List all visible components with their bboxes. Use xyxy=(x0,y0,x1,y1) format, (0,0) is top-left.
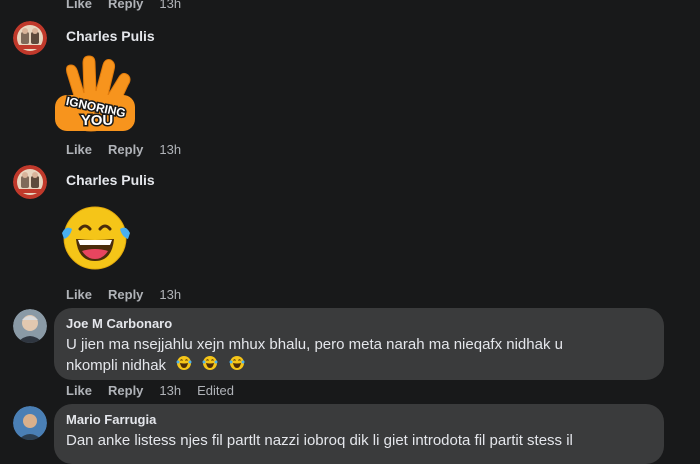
comment-time[interactable]: 13h xyxy=(159,142,181,157)
comment-actions: Like Reply 13h xyxy=(66,287,197,302)
svg-text:YOU: YOU xyxy=(81,112,114,129)
comment-actions: Like Reply 13h Edited xyxy=(66,383,250,398)
comment-time[interactable]: 13h xyxy=(159,287,181,302)
reply-button[interactable]: Reply xyxy=(108,287,143,302)
comment-actions: Like Reply 13h xyxy=(66,142,197,157)
reply-button[interactable]: Reply xyxy=(108,142,143,157)
comment-text: U jien ma nsejjahlu xejn mhux bhalu, per… xyxy=(66,334,656,377)
comment-author[interactable]: Joe M Carbonaro xyxy=(66,316,172,331)
avatar[interactable] xyxy=(13,406,47,440)
avatar[interactable] xyxy=(13,21,47,55)
comment-bubble: Joe M Carbonaro U jien ma nsejjahlu xejn… xyxy=(54,308,664,380)
comment-text-line: nkompli nidhak xyxy=(66,357,167,374)
avatar[interactable] xyxy=(13,309,47,343)
like-button[interactable]: Like xyxy=(66,287,92,302)
comment-author[interactable]: Charles Pulis xyxy=(66,172,155,188)
profile-picture-icon xyxy=(13,309,47,343)
profile-picture-icon xyxy=(13,21,47,55)
profile-picture-icon xyxy=(13,165,47,199)
comment-text-line: U jien ma nsejjahlu xejn mhux bhalu, per… xyxy=(66,336,563,353)
laughing-emoji-sticker xyxy=(58,203,134,273)
profile-picture-icon xyxy=(13,406,47,440)
hand-sticker-icon: IGNORING YOU xyxy=(55,55,135,132)
edited-label[interactable]: Edited xyxy=(197,383,234,398)
comment-author[interactable]: Charles Pulis xyxy=(66,28,155,44)
comment-actions: Like Reply 13h xyxy=(66,0,197,11)
comment-author[interactable]: Mario Farrugia xyxy=(66,412,156,427)
comment-time[interactable]: 13h xyxy=(159,0,181,11)
comment-bubble: Mario Farrugia Dan anke listess njes fil… xyxy=(54,404,664,464)
reply-button[interactable]: Reply xyxy=(108,383,143,398)
like-button[interactable]: Like xyxy=(66,383,92,398)
like-button[interactable]: Like xyxy=(66,0,92,11)
laughing-tears-icon xyxy=(202,355,218,377)
avatar[interactable] xyxy=(13,165,47,199)
like-button[interactable]: Like xyxy=(66,142,92,157)
laughing-tears-icon xyxy=(176,355,192,377)
laughing-tears-icon xyxy=(229,355,245,377)
reply-button[interactable]: Reply xyxy=(108,0,143,11)
laughing-tears-icon xyxy=(62,206,130,270)
ignoring-you-sticker: IGNORING YOU xyxy=(53,55,137,135)
comment-time[interactable]: 13h xyxy=(159,383,181,398)
